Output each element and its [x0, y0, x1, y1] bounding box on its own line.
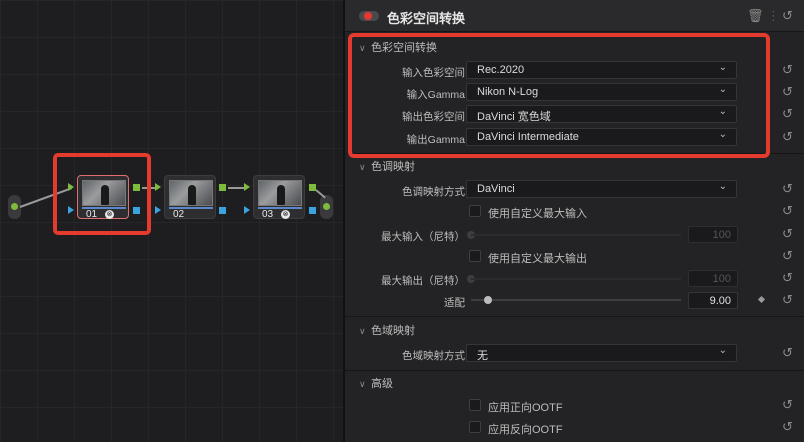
trash-icon[interactable]: 🗑 — [747, 8, 764, 24]
max-output-label: 最大输出（尼特） — [381, 275, 465, 287]
max-input-value[interactable]: 100 — [688, 226, 738, 243]
gamut-mapping-method-dropdown[interactable]: 无 ⌄ — [466, 344, 737, 362]
chevron-down-icon: ∨ — [359, 326, 366, 336]
reset-icon[interactable]: ↺ — [782, 292, 793, 308]
max-input-label: 最大输入（尼特） — [381, 231, 465, 243]
node-input-rgb[interactable] — [244, 183, 250, 191]
custom-max-input-checkbox[interactable] — [469, 205, 481, 217]
inverse-ootf-checkbox[interactable] — [469, 421, 481, 433]
node-input-key[interactable] — [244, 206, 250, 214]
reset-icon[interactable]: ↺ — [782, 203, 793, 219]
section-tone-mapping[interactable]: ∨ 色调映射 — [359, 158, 415, 174]
inspector-title: 色彩空间转换 — [387, 11, 466, 26]
reset-icon[interactable]: ↺ — [782, 345, 793, 361]
node-output-rgb[interactable] — [219, 184, 226, 191]
node-label: 02 — [173, 209, 185, 220]
reset-icon[interactable]: ↺ — [782, 106, 793, 122]
node-editor[interactable]: 01 ⊗ 02 03 ⊗ — [0, 0, 343, 442]
max-output-value[interactable]: 100 — [688, 270, 738, 287]
node-output-key[interactable] — [219, 207, 226, 214]
node-thumbnail — [169, 180, 213, 206]
chevron-down-icon: ∨ — [359, 379, 366, 389]
chevron-down-icon: ⌄ — [718, 181, 727, 192]
node-thumbnail — [258, 180, 302, 206]
adapt-label: 适配 — [444, 297, 465, 309]
separator-icon: ⋮ — [767, 8, 780, 23]
adapt-value[interactable]: 9.00 — [688, 292, 738, 309]
reset-icon[interactable]: ↺ — [782, 419, 793, 435]
reset-icon[interactable]: ↺ — [782, 129, 793, 145]
reset-icon[interactable]: ↺ — [782, 397, 793, 413]
inverse-ootf-label: 应用反向OOTF — [488, 424, 563, 436]
inspector-header: 色彩空间转换 🗑 ⋮ ↺ — [345, 0, 804, 32]
reset-icon[interactable]: ↺ — [782, 181, 793, 197]
node-input-rgb[interactable] — [155, 183, 161, 191]
tone-mapping-method-dropdown[interactable]: DaVinci ⌄ — [466, 180, 737, 198]
max-input-slider[interactable] — [471, 234, 681, 236]
custom-max-input-label: 使用自定义最大输入 — [488, 208, 587, 220]
custom-max-output-checkbox[interactable] — [469, 250, 481, 262]
node-output-rgb[interactable] — [309, 184, 316, 191]
fx-icon: ⊗ — [281, 210, 290, 219]
node-highlight-box — [53, 153, 151, 235]
tone-mapping-method-label: 色调映射方式 — [402, 186, 465, 198]
chevron-down-icon: ⌄ — [718, 345, 727, 356]
reset-icon[interactable]: ↺ — [782, 8, 793, 24]
custom-max-output-label: 使用自定义最大输出 — [488, 253, 587, 265]
node-output-key[interactable] — [309, 207, 316, 214]
node-wire — [228, 187, 245, 189]
node-02[interactable]: 02 — [164, 175, 216, 220]
reset-icon[interactable]: ↺ — [782, 248, 793, 264]
max-output-slider[interactable] — [471, 278, 681, 280]
node-03[interactable]: 03 ⊗ — [253, 175, 305, 220]
node-label: 03 — [262, 209, 274, 220]
effect-enable-toggle[interactable] — [359, 11, 379, 21]
section-highlight-box — [348, 33, 770, 158]
node-input-key[interactable] — [155, 206, 161, 214]
keyframe-icon[interactable] — [757, 295, 766, 304]
section-advanced[interactable]: ∨ 高级 — [359, 375, 393, 391]
reset-icon[interactable]: ↺ — [782, 62, 793, 78]
section-gamut-mapping[interactable]: ∨ 色域映射 — [359, 322, 415, 338]
forward-ootf-checkbox[interactable] — [469, 399, 481, 411]
chevron-down-icon: ∨ — [359, 162, 366, 172]
reset-icon[interactable]: ↺ — [782, 226, 793, 242]
adapt-slider-knob[interactable] — [484, 296, 492, 304]
node-output-port[interactable] — [320, 195, 333, 219]
reset-icon[interactable]: ↺ — [782, 270, 793, 286]
adapt-slider[interactable] — [471, 299, 681, 301]
reset-icon[interactable]: ↺ — [782, 84, 793, 100]
gamut-mapping-method-label: 色域映射方式 — [402, 350, 465, 362]
forward-ootf-label: 应用正向OOTF — [488, 402, 563, 414]
